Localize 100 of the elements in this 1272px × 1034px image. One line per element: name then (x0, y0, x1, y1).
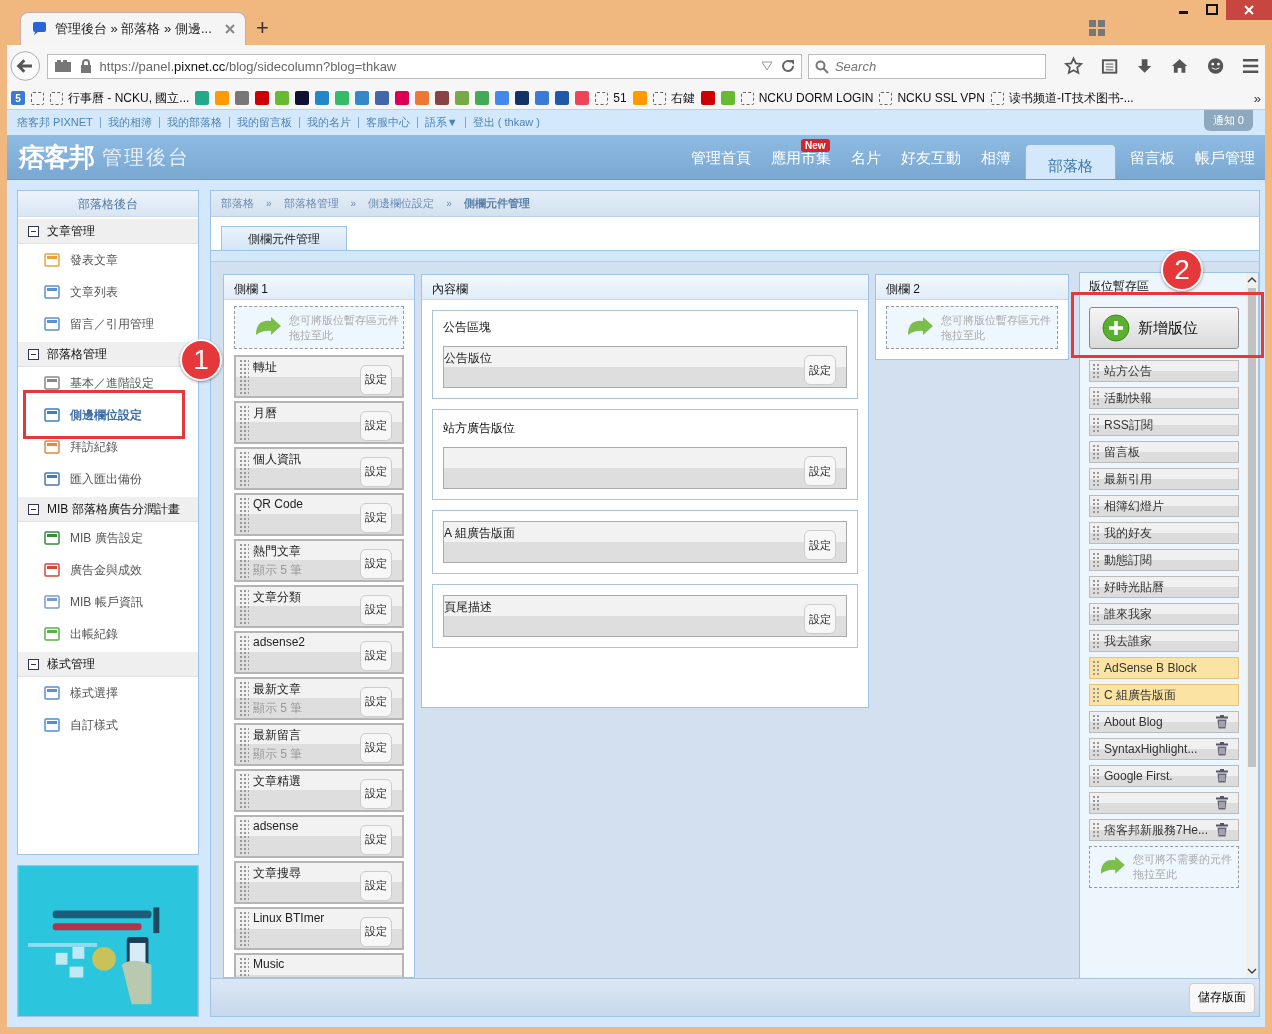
drag-handle[interactable] (1092, 525, 1100, 541)
widget-item[interactable]: adsense 設定 (234, 815, 404, 858)
drag-handle[interactable] (1092, 363, 1100, 379)
smiley-icon[interactable] (1206, 57, 1224, 75)
drag-handle[interactable] (1092, 822, 1100, 838)
trash-icon[interactable] (1216, 769, 1228, 783)
star-icon[interactable] (1063, 56, 1084, 76)
widget-item[interactable]: 最新留言 顯示 5 筆 設定 (234, 723, 404, 766)
bookmark-icon[interactable] (515, 91, 530, 105)
storage-item[interactable]: 我的好友 (1089, 522, 1239, 544)
sidebar-item[interactable]: 匯入匯出備份 (18, 463, 198, 495)
drag-handle[interactable] (239, 589, 249, 624)
sidebar-item[interactable]: 留言／引用管理 (18, 308, 198, 340)
storage-item[interactable]: 好時光貼曆 (1089, 576, 1239, 598)
collapse-icon[interactable] (28, 225, 39, 237)
drag-handle[interactable] (239, 911, 249, 946)
settings-button[interactable]: 設定 (360, 686, 392, 717)
reload-icon[interactable] (780, 59, 795, 73)
page-tab[interactable]: 側欄元件管理 (221, 226, 347, 250)
sidebar-item[interactable]: 樣式選擇 (18, 677, 198, 709)
download-icon[interactable] (1136, 57, 1154, 75)
bookmarks-overflow-button[interactable]: » (1253, 90, 1261, 106)
sidebar-item[interactable]: 發表文章 (18, 244, 198, 276)
close-icon[interactable] (225, 24, 235, 34)
settings-button[interactable]: 設定 (360, 732, 392, 763)
drag-handle[interactable] (1092, 633, 1100, 649)
drag-handle[interactable] (1092, 552, 1100, 568)
bookmark-link[interactable]: 读书频道-IT技术图书-... (991, 89, 1134, 107)
bookmark-link[interactable]: 行事曆 - NCKU, 國立... (50, 89, 190, 107)
menu-icon[interactable] (1241, 58, 1260, 74)
storage-item[interactable]: 活動快報 (1089, 387, 1239, 409)
address-bar[interactable]: https://panel.pixnet.cc/blog/sidecolumn?blog=thkaw (46, 53, 802, 79)
settings-button[interactable]: 設定 (360, 456, 392, 487)
storage-item[interactable]: 留言板 (1089, 441, 1239, 463)
settings-button[interactable]: 設定 (360, 410, 392, 441)
widget-item[interactable]: adsense2 設定 (234, 631, 404, 674)
widget-item[interactable]: Music (234, 953, 404, 977)
widget-item[interactable]: 月曆 設定 (234, 401, 404, 444)
storage-item[interactable]: 痞客邦新服務7He... (1089, 819, 1239, 841)
widget-item[interactable]: 文章分類 設定 (234, 585, 404, 628)
drag-handle[interactable] (1092, 444, 1100, 460)
drag-handle[interactable] (239, 405, 249, 440)
drag-handle[interactable] (1092, 498, 1100, 514)
search-field[interactable]: Search (807, 53, 1046, 79)
drag-handle[interactable] (1092, 741, 1100, 757)
drag-handle[interactable] (1092, 606, 1100, 622)
settings-button[interactable]: 設定 (804, 456, 836, 486)
drag-handle[interactable] (1092, 471, 1100, 487)
list-icon[interactable] (1101, 57, 1119, 75)
drag-handle[interactable] (239, 819, 249, 854)
bookmark-icon[interactable] (295, 91, 310, 105)
storage-item[interactable]: RSS訂閱 (1089, 414, 1239, 436)
group-heading[interactable]: 樣式管理 (47, 655, 95, 673)
sidebar-item[interactable]: 出帳紀錄 (18, 618, 198, 650)
settings-button[interactable]: 設定 (360, 870, 392, 901)
widget-item[interactable]: 設定 (443, 447, 847, 489)
widget-item[interactable]: 轉址 設定 (234, 355, 404, 398)
widget-item[interactable]: 公告版位 設定 (443, 346, 847, 388)
sidebar-item[interactable]: 自訂樣式 (18, 709, 198, 741)
close-window-icon[interactable] (1226, 0, 1272, 20)
widget-item[interactable]: 最新文章 顯示 5 筆 設定 (234, 677, 404, 720)
browser-tab[interactable]: 管理後台 » 部落格 » 側邊... (20, 12, 246, 45)
settings-button[interactable]: 設定 (804, 604, 836, 634)
sidebar-item[interactable]: 廣告金與成效 (18, 554, 198, 586)
collapse-icon[interactable] (28, 658, 39, 670)
settings-button[interactable]: 設定 (360, 824, 392, 855)
sidebar-item[interactable]: 側邊欄位設定 (18, 399, 198, 431)
sidebar-item[interactable]: MIB 廣告設定 (18, 522, 198, 554)
storage-item[interactable]: AdSense B Block (1089, 657, 1239, 679)
settings-button[interactable]: 設定 (360, 502, 392, 533)
storage-item[interactable]: 我去誰家 (1089, 630, 1239, 652)
save-layout-button[interactable]: 儲存版面 (1189, 982, 1255, 1013)
nav-tab[interactable]: 部落格 (1025, 144, 1116, 179)
storage-item[interactable]: 最新引用 (1089, 468, 1239, 490)
bookmark-link[interactable]: NCKU DORM LOGIN (740, 91, 874, 105)
trash-icon[interactable] (1216, 715, 1228, 729)
collapse-icon[interactable] (28, 503, 39, 515)
bookmark-icon[interactable] (435, 91, 450, 105)
widget-item[interactable]: Linux BTImer 設定 (234, 907, 404, 950)
drag-handle[interactable] (239, 359, 249, 394)
widget-item[interactable]: 個人資訊 設定 (234, 447, 404, 490)
trash-icon[interactable] (1216, 823, 1228, 837)
sidebar-item[interactable]: MIB 帳戶資訊 (18, 586, 198, 618)
grid-icon[interactable] (1089, 20, 1105, 36)
drag-handle[interactable] (1092, 417, 1100, 433)
widget-item[interactable]: 熱門文章 顯示 5 筆 設定 (234, 539, 404, 582)
bookmark-link[interactable]: 右鍵 (652, 89, 695, 107)
storage-item[interactable]: Google First. (1089, 765, 1239, 787)
bookmark-link[interactable] (31, 91, 44, 105)
widget-item[interactable]: 文章精選 設定 (234, 769, 404, 812)
bookmark-link[interactable]: NCKU SSL VPN (879, 91, 985, 105)
drag-handle[interactable] (1092, 795, 1100, 811)
drag-handle[interactable] (239, 497, 249, 532)
settings-button[interactable]: 設定 (804, 530, 836, 560)
drag-handle[interactable] (1092, 768, 1100, 784)
scroll-down-icon[interactable] (1247, 967, 1257, 975)
sidebar-item[interactable]: 文章列表 (18, 276, 198, 308)
settings-button[interactable]: 設定 (360, 364, 392, 395)
back-icon[interactable] (10, 50, 41, 82)
drag-handle[interactable] (239, 727, 249, 762)
